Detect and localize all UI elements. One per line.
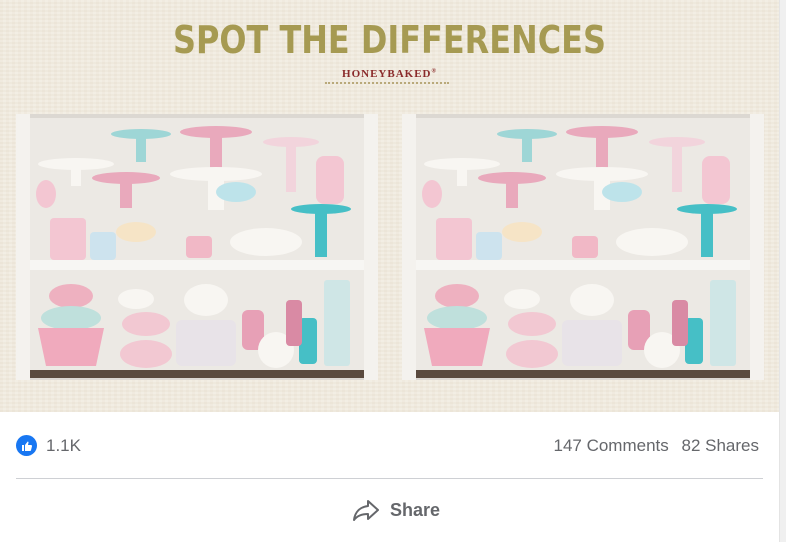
mug xyxy=(476,232,502,260)
cake-stand-stem xyxy=(210,132,222,172)
glass-bundle xyxy=(710,280,736,366)
shelf xyxy=(416,260,750,270)
striped-mug xyxy=(50,218,86,260)
cake-stand-stem xyxy=(315,209,327,257)
mug xyxy=(90,232,116,260)
bowl xyxy=(435,284,479,308)
shares-count-link[interactable]: 82 Shares xyxy=(682,436,760,455)
engagement-counts: 147 Comments 82 Shares xyxy=(545,436,759,456)
cup xyxy=(122,312,170,336)
pitcher xyxy=(702,156,730,204)
facebook-post: SPOT THE DIFFERENCES HONEYBAKED® 1.1K 14… xyxy=(0,0,779,542)
mug-small xyxy=(36,180,56,208)
cup xyxy=(120,340,172,368)
brand-logo: HONEYBAKED® xyxy=(0,68,779,80)
divider xyxy=(16,478,763,479)
like-icon xyxy=(21,441,32,451)
cake-stand-stem xyxy=(701,209,713,257)
teacup xyxy=(216,182,256,202)
cup xyxy=(118,289,154,309)
striped-mug xyxy=(436,218,472,260)
reaction-count[interactable]: 1.1K xyxy=(46,436,81,456)
bowl xyxy=(427,306,487,330)
teapot xyxy=(184,284,228,316)
plate-stack xyxy=(176,320,236,366)
cabinet-base xyxy=(416,370,750,378)
trademark-symbol: ® xyxy=(431,68,437,75)
cake-stand-stem xyxy=(596,132,608,172)
teacup xyxy=(116,222,156,242)
cake-stand-stem xyxy=(71,164,81,186)
bowl xyxy=(616,228,688,256)
cake-stand-stem xyxy=(136,134,146,162)
cup xyxy=(504,289,540,309)
cabinet-door-left xyxy=(16,114,30,380)
vase xyxy=(672,300,688,346)
glass-bundle xyxy=(324,280,350,366)
shelf xyxy=(30,260,364,270)
mug xyxy=(186,236,212,258)
share-label: Share xyxy=(390,499,441,520)
bowl xyxy=(41,306,101,330)
mug xyxy=(572,236,598,258)
cabinet-base xyxy=(30,370,364,378)
cake-stand-stem xyxy=(506,178,518,208)
plate-stack xyxy=(562,320,622,366)
spot-the-differences-image[interactable]: SPOT THE DIFFERENCES HONEYBAKED® xyxy=(0,0,779,412)
ribbed-bowl xyxy=(38,328,104,366)
share-arrow-icon xyxy=(353,500,379,521)
teapot xyxy=(570,284,614,316)
pitcher xyxy=(316,156,344,204)
cabinet-photo-right xyxy=(402,114,764,380)
cup xyxy=(506,340,558,368)
promo-title: SPOT THE DIFFERENCES xyxy=(173,18,606,62)
comments-count-link[interactable]: 147 Comments xyxy=(553,436,668,455)
cake-stand-stem xyxy=(672,142,682,192)
share-button[interactable]: Share xyxy=(352,493,440,527)
cabinet-door-right xyxy=(750,114,764,380)
cake-stand-stem xyxy=(286,142,296,192)
cake-stand-stem xyxy=(457,164,467,186)
cake-stand-stem xyxy=(120,178,132,208)
scrollbar[interactable] xyxy=(779,0,786,542)
brand-name: HONEYBAKED xyxy=(342,68,432,80)
mug-small xyxy=(422,180,442,208)
bowl xyxy=(230,228,302,256)
like-reaction-badge[interactable] xyxy=(16,435,37,456)
cabinet-photo-left xyxy=(16,114,378,380)
vase xyxy=(286,300,302,346)
cabinet-door-left xyxy=(402,114,416,380)
teacup xyxy=(602,182,642,202)
ribbed-bowl xyxy=(424,328,490,366)
cup xyxy=(508,312,556,336)
bowl xyxy=(49,284,93,308)
teacup xyxy=(502,222,542,242)
cabinet-door-right xyxy=(364,114,378,380)
brand-underline xyxy=(325,82,449,84)
cake-stand-stem xyxy=(522,134,532,162)
